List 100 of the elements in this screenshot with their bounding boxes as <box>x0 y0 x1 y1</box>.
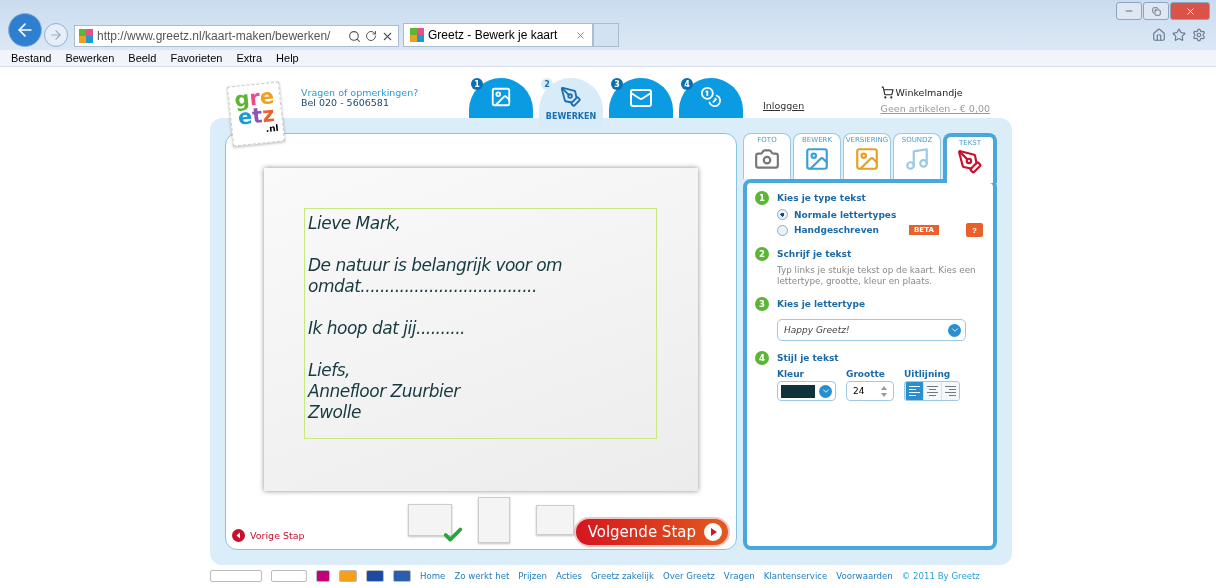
close-icon <box>1184 5 1196 17</box>
minimize-button[interactable] <box>1116 2 1142 20</box>
instruction-text: Typ links je stukje tekst op de kaart. Kies een lettertype, grootte, kleur en plaats. <box>777 265 977 287</box>
font-select[interactable]: Happy Greetz! <box>777 319 966 341</box>
music-note-icon <box>904 146 930 172</box>
menu-item[interactable]: Help <box>276 52 299 64</box>
section-title: Stijl je tekst <box>777 353 839 363</box>
section-title: Kies je type tekst <box>777 193 866 203</box>
pen-icon <box>560 86 582 108</box>
menu-item[interactable]: Beeld <box>128 52 157 64</box>
browser-tab[interactable]: Greetz - Bewerk je kaart <box>403 23 593 47</box>
footer-link[interactable]: Zo werkt het <box>454 571 510 581</box>
section-title: Kies je lettertype <box>777 299 866 309</box>
align-button[interactable] <box>941 382 959 400</box>
pen-icon <box>957 149 983 175</box>
align-button[interactable] <box>905 382 923 400</box>
next-step-button[interactable]: Volgende Stap <box>573 517 730 547</box>
align-label: Uitlijning <box>904 369 952 379</box>
footer-link[interactable]: Acties <box>555 571 582 581</box>
photo-icon <box>490 86 512 108</box>
section-title: Schrijf je tekst <box>777 249 852 259</box>
play-icon <box>704 523 722 541</box>
close-button[interactable] <box>1170 2 1210 20</box>
home-icon[interactable] <box>1152 28 1166 42</box>
card-text-line: Lieve Mark, <box>308 213 402 234</box>
card-text-line: Zwolle <box>308 402 362 423</box>
dropdown-icon <box>819 384 832 398</box>
step-number: 4 <box>681 78 693 90</box>
ideal-logo <box>316 570 330 582</box>
contact-text: Bel 020 - 5606581 <box>301 98 389 108</box>
radio-button[interactable] <box>777 209 788 220</box>
fsc-logo <box>210 570 262 582</box>
step-number: 3 <box>755 297 769 311</box>
step-number: 2 <box>541 78 553 90</box>
help-button[interactable]: ? <box>966 223 983 237</box>
step-tab[interactable] <box>609 78 673 118</box>
cart-summary-link[interactable]: Geen artikelen - € 0,00 <box>880 103 990 114</box>
card-text-box[interactable]: Lieve Mark, De natuur is belangrijk voor om omdat.................................... Ik hoop dat jij.......... Liefs, Annefloor Zuurbier Zwolle <box>304 208 657 439</box>
site-icon <box>79 29 93 43</box>
footer-link[interactable]: Greetz zakelijk <box>590 571 654 581</box>
card-text-line: De natuur is belangrijk voor om <box>308 255 564 276</box>
copyright-text: © 2011 By Greetz <box>901 571 980 581</box>
step-number: 2 <box>755 247 769 261</box>
step-number: 3 <box>611 78 623 90</box>
color-picker[interactable] <box>777 381 836 401</box>
card-view-thumbnail[interactable] <box>407 504 452 536</box>
step-number: 4 <box>755 351 769 365</box>
address-bar[interactable]: http://www.greetz.nl/kaart-maken/bewerken/ <box>74 25 399 47</box>
back-button[interactable] <box>8 13 42 47</box>
radio-option[interactable]: Normale lettertypes <box>777 209 983 220</box>
card-logo <box>339 570 357 582</box>
card-text-line: Annefloor Zuurbier <box>308 381 462 402</box>
restore-icon <box>1151 6 1161 16</box>
menu-item[interactable]: Bewerken <box>65 52 115 64</box>
previous-step-link[interactable]: Vorige Stap <box>232 528 408 542</box>
spinner-arrows-icon <box>881 385 887 397</box>
settings-icon[interactable] <box>1192 28 1206 42</box>
dropdown-icon <box>948 323 961 337</box>
step-tab[interactable] <box>469 78 533 118</box>
footer-link[interactable]: Voorwaarden <box>836 571 893 581</box>
step-number: 1 <box>755 191 769 205</box>
option-label: Handgeschreven <box>794 225 880 235</box>
card-view-thumbnail[interactable] <box>477 497 510 543</box>
contact-text: Vragen of opmerkingen? <box>301 88 420 98</box>
login-link[interactable]: Inloggen <box>763 100 805 111</box>
footer-link[interactable]: Over Greetz <box>662 571 715 581</box>
visa-logo <box>393 570 411 582</box>
step-tab[interactable] <box>679 78 743 118</box>
picture-icon <box>854 146 880 172</box>
color-label: Kleur <box>777 369 805 379</box>
footer-link[interactable]: Prijzen <box>518 571 547 581</box>
card-view-thumbnail[interactable] <box>535 505 574 535</box>
menu-item[interactable]: Extra <box>236 52 263 64</box>
webshop-trust-logo <box>271 570 307 582</box>
option-label: Normale lettertypes <box>794 209 897 220</box>
camera-icon <box>754 146 780 172</box>
menu-item[interactable]: Favorieten <box>170 52 223 64</box>
refresh-icon[interactable] <box>365 30 377 42</box>
radio-button[interactable] <box>777 224 788 236</box>
restore-button[interactable] <box>1143 2 1169 20</box>
footer-link[interactable]: Klantenservice <box>763 571 828 581</box>
image-edit-icon <box>804 146 830 172</box>
star-icon[interactable] <box>1172 28 1186 42</box>
cart-icon <box>880 86 894 99</box>
step-number: 1 <box>471 78 483 90</box>
card-text-line: Liefs, <box>308 360 351 381</box>
forward-button[interactable] <box>44 23 68 47</box>
close-icon[interactable] <box>575 29 586 41</box>
cart-link[interactable]: Winkelmandje <box>880 86 963 99</box>
site-icon <box>410 28 424 42</box>
card-text-line: Ik hoop dat jij.......... <box>308 318 467 339</box>
paypal-logo <box>366 570 384 582</box>
footer-link[interactable]: Vragen <box>723 571 755 581</box>
align-button[interactable] <box>923 382 941 400</box>
coins-icon <box>700 86 722 108</box>
search-icon[interactable] <box>348 29 361 43</box>
size-spinner[interactable]: 24 <box>846 381 894 401</box>
right-arrow-icon <box>49 28 63 42</box>
menu-item[interactable]: Bestand <box>11 52 52 64</box>
footer-link[interactable]: Home <box>420 571 446 581</box>
